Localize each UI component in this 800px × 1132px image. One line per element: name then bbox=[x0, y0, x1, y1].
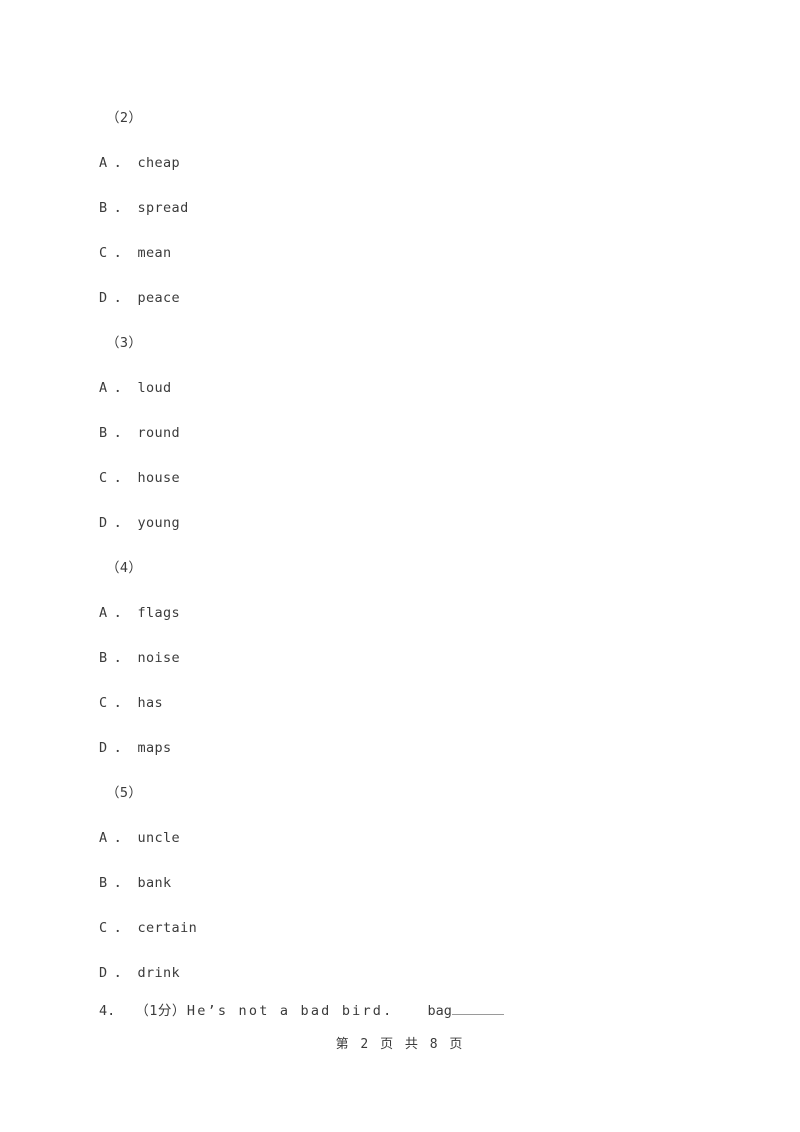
option-text: drink bbox=[137, 965, 181, 981]
option-separator: ． bbox=[114, 650, 129, 666]
option-row: D ． peace bbox=[99, 276, 699, 321]
option-letter: D bbox=[99, 515, 108, 531]
option-row: D ． drink bbox=[99, 951, 699, 996]
option-separator: ． bbox=[114, 470, 129, 486]
option-row: D ． young bbox=[99, 501, 699, 546]
option-text: young bbox=[137, 515, 181, 531]
option-text: uncle bbox=[137, 830, 181, 846]
option-letter: D bbox=[99, 740, 108, 756]
option-separator: ． bbox=[114, 875, 129, 891]
option-separator: ． bbox=[114, 200, 129, 216]
question-score: （1分） bbox=[135, 1003, 186, 1019]
option-separator: ． bbox=[114, 245, 129, 261]
question-group-label: （5） bbox=[106, 785, 143, 801]
fill-in-blank[interactable] bbox=[451, 1001, 504, 1015]
option-separator: ． bbox=[114, 425, 129, 441]
question-4-line: 4. （1分）He’s not a bad bird. bag bbox=[99, 999, 719, 1023]
option-row: C ． certain bbox=[99, 906, 699, 951]
question-number: 4. bbox=[99, 1003, 116, 1019]
option-text: bank bbox=[137, 875, 172, 891]
document-page: （2） A ． cheap B ． spread C ． mean D ． peace （3） … bbox=[0, 0, 800, 1132]
option-letter: C bbox=[99, 920, 108, 936]
option-letter: C bbox=[99, 695, 108, 711]
option-text: maps bbox=[137, 740, 172, 756]
option-letter: A bbox=[99, 380, 108, 396]
option-text: mean bbox=[137, 245, 172, 261]
question-group-label: （4） bbox=[106, 560, 143, 576]
option-letter: A bbox=[99, 605, 108, 621]
option-row: C ． mean bbox=[99, 231, 699, 276]
option-text: loud bbox=[137, 380, 172, 396]
option-letter: C bbox=[99, 470, 108, 486]
option-letter: B bbox=[99, 650, 108, 666]
option-letter: C bbox=[99, 245, 108, 261]
option-separator: ． bbox=[114, 515, 129, 531]
option-text: cheap bbox=[137, 155, 181, 171]
option-separator: ． bbox=[114, 830, 129, 846]
option-row: A ． loud bbox=[99, 366, 699, 411]
option-row: C ． house bbox=[99, 456, 699, 501]
question-group-label: （3） bbox=[106, 335, 143, 351]
option-row: B ． spread bbox=[99, 186, 699, 231]
question-group-label: （2） bbox=[106, 110, 143, 126]
option-text: flags bbox=[137, 605, 181, 621]
option-letter: B bbox=[99, 200, 108, 216]
question-stem: He’s not a bad bird. bbox=[186, 1003, 394, 1019]
option-letter: B bbox=[99, 875, 108, 891]
option-row: D ． maps bbox=[99, 726, 699, 771]
option-separator: ． bbox=[114, 155, 129, 171]
option-letter: A bbox=[99, 830, 108, 846]
option-letter: B bbox=[99, 425, 108, 441]
option-letter: A bbox=[99, 155, 108, 171]
option-separator: ． bbox=[114, 965, 129, 981]
option-separator: ． bbox=[114, 920, 129, 936]
option-row: A ． flags bbox=[99, 591, 699, 636]
option-letter: D bbox=[99, 290, 108, 306]
option-text: house bbox=[137, 470, 181, 486]
question-answer-word: bag bbox=[427, 1003, 452, 1019]
option-row: A ． uncle bbox=[99, 816, 699, 861]
option-row: A ． cheap bbox=[99, 141, 699, 186]
option-row: C ． has bbox=[99, 681, 699, 726]
option-text: noise bbox=[137, 650, 181, 666]
option-text: certain bbox=[137, 920, 198, 936]
option-row: B ． bank bbox=[99, 861, 699, 906]
page-footer: 第 2 页 共 8 页 bbox=[335, 1037, 465, 1052]
option-text: peace bbox=[137, 290, 181, 306]
option-separator: ． bbox=[114, 740, 129, 756]
question-content: （2） A ． cheap B ． spread C ． mean D ． peace （3） … bbox=[99, 96, 699, 996]
option-row: B ． noise bbox=[99, 636, 699, 681]
option-row: B ． round bbox=[99, 411, 699, 456]
option-separator: ． bbox=[114, 290, 129, 306]
option-text: has bbox=[137, 695, 164, 711]
option-separator: ． bbox=[114, 695, 129, 711]
option-separator: ． bbox=[114, 605, 129, 621]
option-letter: D bbox=[99, 965, 108, 981]
option-separator: ． bbox=[114, 380, 129, 396]
option-text: round bbox=[137, 425, 181, 441]
option-text: spread bbox=[137, 200, 189, 216]
